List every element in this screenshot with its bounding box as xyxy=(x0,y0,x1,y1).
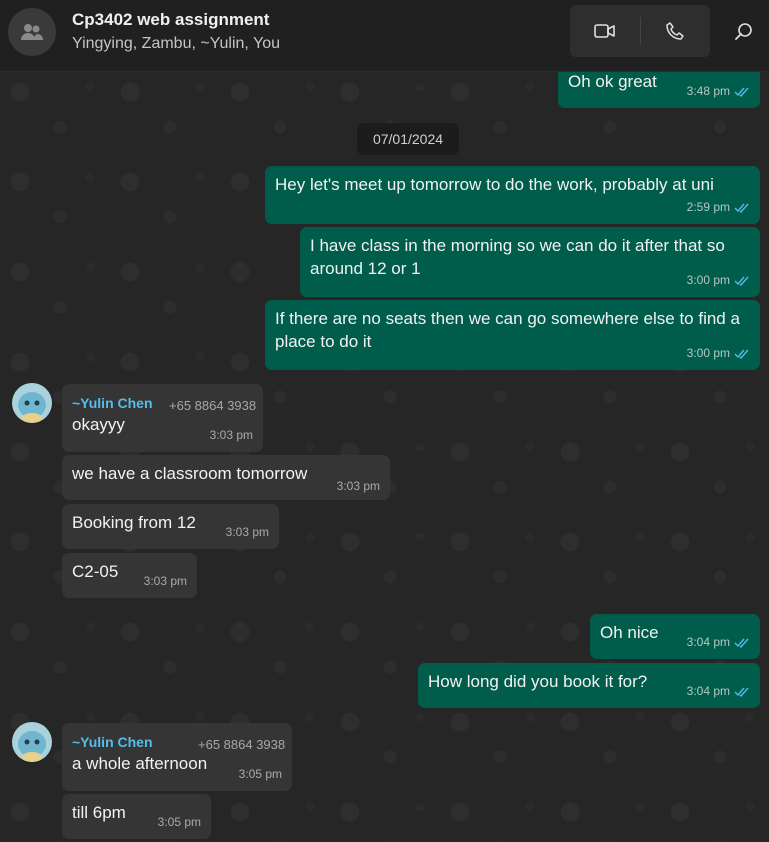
date-separator: 07/01/2024 xyxy=(357,123,459,155)
message-text: we have a classroom tomorrow xyxy=(72,464,308,483)
message-meta: 3:03 pm xyxy=(337,475,380,498)
avatar[interactable] xyxy=(12,383,52,423)
message-bubble-outgoing[interactable]: Hey let's meet up tomorrow to do the wor… xyxy=(265,166,760,224)
message-text: If there are no seats then we can go som… xyxy=(275,309,740,351)
sender-name[interactable]: ~Yulin Chen xyxy=(72,392,153,415)
phone-icon xyxy=(666,22,684,40)
message-bubble-outgoing[interactable]: How long did you book it for? 3:04 pm xyxy=(418,663,760,708)
message-bubble-incoming[interactable]: ~Yulin Chen +65 8864 3938 okayyy 3:03 pm xyxy=(62,384,263,452)
message-time: 3:03 pm xyxy=(225,525,269,539)
message-time: 3:05 pm xyxy=(157,815,201,829)
message-time: 3:05 pm xyxy=(238,767,282,781)
message-time: 3:00 pm xyxy=(686,273,730,287)
message-bubble-incoming[interactable]: till 6pm 3:05 pm xyxy=(62,794,211,839)
message-meta: 3:04 pm xyxy=(687,631,750,654)
message-bubble-outgoing[interactable]: If there are no seats then we can go som… xyxy=(265,300,760,370)
message-time: 3:03 pm xyxy=(143,574,187,588)
group-avatar[interactable] xyxy=(8,8,56,56)
message-meta: 2:59 pm xyxy=(687,196,750,219)
message-time: 3:00 pm xyxy=(686,346,730,360)
message-meta: 3:00 pm xyxy=(687,269,750,292)
message-time: 3:03 pm xyxy=(336,479,380,493)
message-meta: 3:05 pm xyxy=(158,811,201,834)
message-time: 2:59 pm xyxy=(686,200,730,214)
message-time: 3:48 pm xyxy=(686,84,730,98)
message-meta: 3:03 pm xyxy=(210,424,253,447)
message-meta: 3:03 pm xyxy=(144,570,187,593)
double-check-icon xyxy=(734,638,749,648)
chat-members[interactable]: Yingying, Zambu, ~Yulin, You xyxy=(72,35,280,53)
message-meta: 3:04 pm xyxy=(687,680,750,703)
header-content: Cp3402 web assignment Yingying, Zambu, ~… xyxy=(0,0,769,72)
message-meta: 3:48 pm xyxy=(687,80,750,103)
double-check-icon xyxy=(734,276,749,286)
message-bubble-outgoing[interactable]: Oh nice 3:04 pm xyxy=(590,614,760,659)
message-meta: 3:05 pm xyxy=(239,763,282,786)
double-check-icon xyxy=(734,203,749,213)
message-bubble-incoming[interactable]: we have a classroom tomorrow 3:03 pm xyxy=(62,455,390,500)
message-bubble-incoming[interactable]: ~Yulin Chen +65 8864 3938 a whole aftern… xyxy=(62,723,292,791)
chat-title[interactable]: Cp3402 web assignment xyxy=(72,10,269,30)
message-time: 3:04 pm xyxy=(686,684,730,698)
video-call-button[interactable] xyxy=(570,5,640,57)
search-button[interactable] xyxy=(728,16,760,48)
voice-call-button[interactable] xyxy=(641,5,710,57)
message-bubble-incoming[interactable]: Booking from 12 3:03 pm xyxy=(62,504,279,549)
message-text: Hey let's meet up tomorrow to do the wor… xyxy=(275,175,714,194)
avatar-image xyxy=(18,392,46,423)
double-check-icon xyxy=(734,687,749,697)
message-time: 3:04 pm xyxy=(686,635,730,649)
message-text: I have class in the morning so we can do… xyxy=(310,236,725,278)
call-buttons xyxy=(570,5,710,57)
message-bubble-incoming[interactable]: C2-05 3:03 pm xyxy=(62,553,197,598)
search-icon xyxy=(735,23,752,40)
message-meta: 3:00 pm xyxy=(687,342,750,365)
sender-name[interactable]: ~Yulin Chen xyxy=(72,731,153,754)
video-icon xyxy=(594,24,615,38)
avatar[interactable] xyxy=(12,722,52,762)
group-icon xyxy=(21,24,43,40)
message-bubble-outgoing[interactable]: I have class in the morning so we can do… xyxy=(300,227,760,297)
double-check-icon xyxy=(734,87,749,97)
avatar-image xyxy=(18,731,46,762)
message-meta: 3:03 pm xyxy=(226,521,269,544)
message-time: 3:03 pm xyxy=(209,428,253,442)
double-check-icon xyxy=(734,349,749,359)
